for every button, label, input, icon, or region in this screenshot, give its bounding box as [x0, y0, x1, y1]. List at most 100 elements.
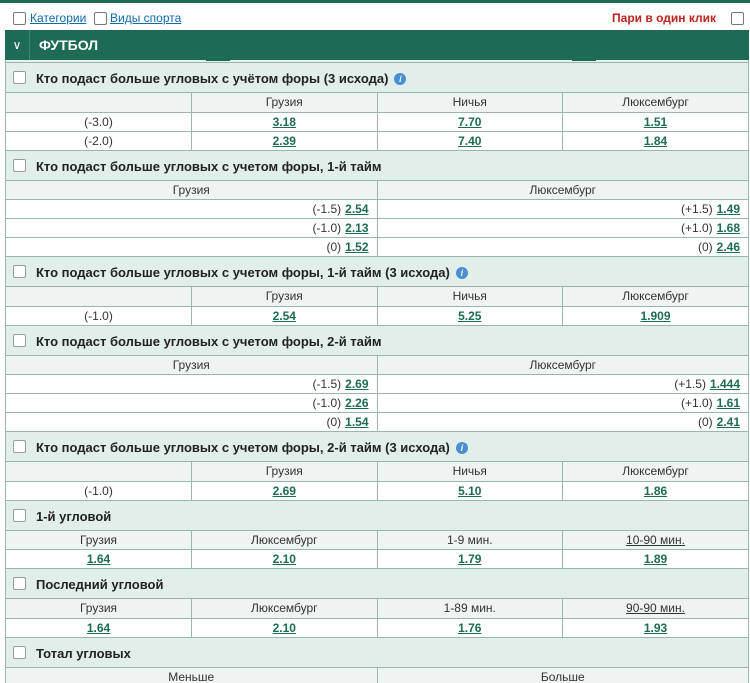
odd-cell[interactable]: 1.64	[6, 549, 192, 569]
odd-cell[interactable]: 5.10	[377, 481, 563, 501]
market-checkbox[interactable]	[13, 71, 26, 84]
sports-checkbox[interactable]	[94, 12, 107, 25]
market-checkbox[interactable]	[13, 645, 26, 659]
odd-cell[interactable]: 1.64	[6, 618, 192, 638]
odd-cell[interactable]: 1.86	[562, 481, 748, 501]
odd-cell[interactable]: 1.84	[562, 131, 748, 151]
market-header: Кто подаст больше угловых с учетом форы,…	[6, 432, 748, 462]
handicap-label: (-1.5)	[312, 202, 342, 216]
market-checkbox[interactable]	[13, 508, 26, 522]
odd-value[interactable]: 1.51	[644, 115, 667, 129]
odd-value[interactable]: 2.54	[273, 309, 296, 323]
odd-cell[interactable]: 7.40	[377, 131, 563, 151]
odd-value[interactable]: 2.13	[345, 221, 368, 235]
column-header	[6, 93, 192, 113]
odd-value[interactable]: 2.26	[345, 396, 368, 410]
odd-value[interactable]: 2.69	[345, 377, 368, 391]
odd-value[interactable]: 2.69	[273, 484, 296, 498]
odd-cell[interactable]: (+1.0) 1.61	[377, 393, 748, 413]
odd-value[interactable]: 1.84	[644, 134, 667, 148]
odd-value[interactable]: 1.68	[717, 221, 740, 235]
odd-value[interactable]: 3.18	[273, 115, 296, 129]
categories-link[interactable]: Категории	[30, 11, 86, 25]
odd-value[interactable]: 5.25	[458, 309, 481, 323]
categories-checkbox[interactable]	[13, 12, 26, 25]
handicap-label: (0)	[697, 415, 713, 429]
column-header: Люксембург	[377, 355, 748, 375]
odd-value[interactable]: 1.93	[644, 621, 667, 635]
odd-value[interactable]: 7.70	[458, 115, 481, 129]
odd-cell[interactable]: 5.25	[377, 306, 563, 326]
column-header: Грузия	[6, 599, 192, 619]
odd-cell[interactable]: (-1.5) 2.54	[6, 199, 378, 219]
info-icon[interactable]: i	[455, 267, 468, 279]
market-checkbox[interactable]	[13, 333, 26, 347]
odd-value[interactable]: 1.61	[717, 396, 740, 410]
market-checkbox[interactable]	[13, 577, 26, 590]
handicap-label: (0)	[697, 240, 713, 254]
odd-value[interactable]: 2.46	[717, 240, 740, 254]
odd-cell[interactable]: 2.54	[191, 306, 378, 326]
odd-value[interactable]: 1.49	[717, 202, 740, 216]
odd-cell[interactable]: 1.93	[562, 618, 748, 638]
info-icon[interactable]: i	[394, 73, 407, 85]
table-header-row: Грузия Люксембург 1-89 мин. 90-90 мин.	[6, 599, 748, 619]
odd-value[interactable]: 5.10	[458, 484, 481, 498]
odd-value[interactable]: 2.39	[273, 134, 296, 148]
handicap-cell: (-1.0)	[6, 481, 192, 501]
odd-cell[interactable]: 2.39	[191, 131, 378, 151]
odd-cell[interactable]: (-1.5) 2.69	[6, 374, 378, 394]
odd-value[interactable]: 1.444	[710, 377, 740, 391]
odd-cell[interactable]: 2.10	[191, 618, 378, 638]
odd-cell[interactable]: 7.70	[377, 112, 563, 132]
odd-value[interactable]: 1.909	[640, 309, 670, 323]
odd-value[interactable]: 1.64	[87, 552, 110, 566]
market-header: Кто подаст больше угловых с учётом форы …	[6, 63, 748, 93]
table-row: (-1.0) 2.26 (+1.0) 1.61	[6, 393, 748, 413]
odd-cell[interactable]: (0) 1.54	[6, 412, 378, 432]
market-header: Последний угловой	[6, 569, 748, 599]
odd-value[interactable]: 1.86	[644, 484, 667, 498]
odd-cell[interactable]: 1.76	[377, 618, 563, 638]
odd-cell[interactable]: (-1.0) 2.13	[6, 218, 378, 238]
odd-cell[interactable]: (+1.5) 1.49	[377, 199, 748, 219]
column-header: Грузия	[191, 462, 378, 482]
odd-cell[interactable]: (0) 2.41	[377, 412, 748, 432]
table-header-row: Грузия Ничья Люксембург	[6, 287, 748, 307]
one-click-bet-checkbox[interactable]	[731, 12, 744, 25]
odd-value[interactable]: 2.10	[273, 621, 296, 635]
odd-cell[interactable]: 1.909	[562, 306, 748, 326]
odd-cell[interactable]: (0) 1.52	[6, 237, 378, 257]
odd-cell[interactable]: (-1.0) 2.26	[6, 393, 378, 413]
odd-cell[interactable]: 1.51	[562, 112, 748, 132]
odd-value[interactable]: 1.52	[345, 240, 368, 254]
sport-header[interactable]: ∨ ФУТБОЛ	[5, 30, 749, 60]
odd-value[interactable]: 1.89	[644, 552, 667, 566]
odd-cell[interactable]: (0) 2.46	[377, 237, 748, 257]
chevron-down-icon[interactable]: ∨	[5, 30, 30, 60]
odd-cell[interactable]: 1.89	[562, 549, 748, 569]
market-checkbox[interactable]	[13, 265, 26, 278]
column-header: Ничья	[377, 93, 563, 113]
odd-value[interactable]: 1.76	[458, 621, 481, 635]
market-header: Кто подаст больше угловых с учетом форы,…	[6, 150, 748, 181]
sports-link[interactable]: Виды спорта	[110, 11, 181, 25]
column-header: Грузия	[191, 93, 378, 113]
odd-value[interactable]: 1.79	[458, 552, 481, 566]
odd-value[interactable]: 2.54	[345, 202, 368, 216]
odd-value[interactable]: 2.41	[717, 415, 740, 429]
odd-cell[interactable]: 3.18	[191, 112, 378, 132]
odd-value[interactable]: 7.40	[458, 134, 481, 148]
odd-value[interactable]: 1.64	[87, 621, 110, 635]
odd-cell[interactable]: 2.10	[191, 549, 378, 569]
market-checkbox[interactable]	[13, 440, 26, 453]
prev-odd-stub	[206, 60, 230, 61]
odd-cell[interactable]: (+1.0) 1.68	[377, 218, 748, 238]
odd-value[interactable]: 2.10	[273, 552, 296, 566]
odd-cell[interactable]: 1.79	[377, 549, 563, 569]
info-icon[interactable]: i	[455, 442, 468, 454]
market-checkbox[interactable]	[13, 158, 26, 172]
odd-cell[interactable]: (+1.5) 1.444	[377, 374, 748, 394]
odd-value[interactable]: 1.54	[345, 415, 368, 429]
odd-cell[interactable]: 2.69	[191, 481, 378, 501]
